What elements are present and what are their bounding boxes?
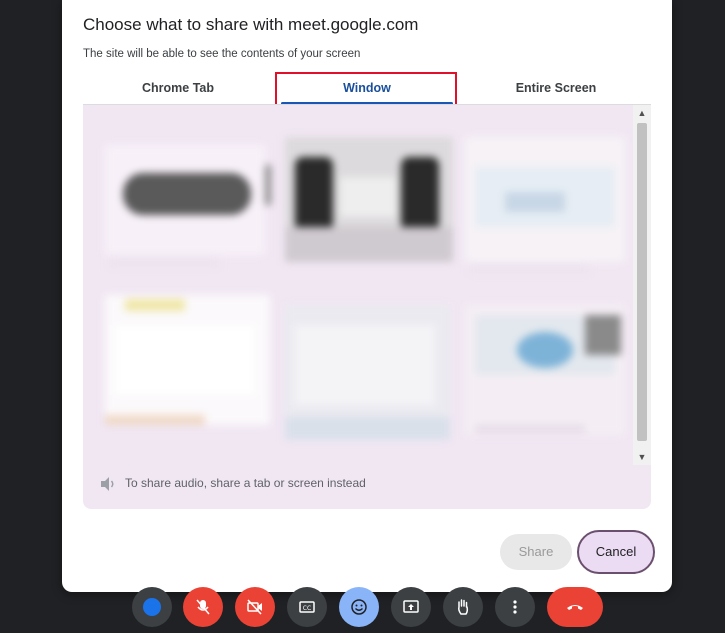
raise-hand-button[interactable] bbox=[443, 587, 483, 627]
scrollbar-thumb[interactable] bbox=[637, 123, 647, 441]
emoji-button[interactable] bbox=[339, 587, 379, 627]
camera-off-icon bbox=[247, 599, 262, 615]
share-button[interactable]: Share bbox=[500, 534, 572, 570]
mic-off-icon bbox=[196, 599, 210, 615]
present-icon bbox=[403, 600, 419, 613]
emoji-icon bbox=[351, 599, 367, 615]
end-call-button[interactable] bbox=[547, 587, 603, 627]
window-thumbnail[interactable] bbox=[285, 137, 453, 277]
meet-toolbar: CC bbox=[0, 587, 725, 633]
share-dialog: Choose what to share with meet.google.co… bbox=[62, 0, 672, 592]
audio-note: To share audio, share a tab or screen in… bbox=[99, 473, 366, 493]
end-call-icon bbox=[567, 605, 583, 610]
speaker-icon bbox=[101, 476, 114, 491]
camera-button[interactable] bbox=[235, 587, 275, 627]
thumbnails-scrollbar[interactable]: ▲ ▼ bbox=[633, 105, 651, 465]
window-thumbnail[interactable] bbox=[465, 137, 633, 277]
scroll-down-icon[interactable]: ▼ bbox=[633, 449, 651, 465]
dialog-title: Choose what to share with meet.google.co… bbox=[83, 15, 419, 34]
scroll-up-icon[interactable]: ▲ bbox=[633, 105, 651, 121]
present-button[interactable] bbox=[391, 587, 431, 627]
mic-button[interactable] bbox=[183, 587, 223, 627]
tab-chrome-tab[interactable]: Chrome Tab bbox=[83, 72, 273, 104]
tab-entire-screen[interactable]: Entire Screen bbox=[461, 72, 651, 104]
more-options-icon bbox=[513, 600, 517, 614]
avatar-button[interactable] bbox=[132, 587, 172, 627]
svg-text:CC: CC bbox=[303, 605, 311, 612]
more-options-button[interactable] bbox=[495, 587, 535, 627]
cancel-button[interactable]: Cancel bbox=[577, 530, 655, 574]
window-thumbnail[interactable] bbox=[465, 305, 633, 445]
avatar-dot bbox=[143, 598, 161, 616]
captions-button[interactable]: CC bbox=[287, 587, 327, 627]
window-thumbnail[interactable] bbox=[285, 305, 453, 445]
captions-icon: CC bbox=[299, 601, 315, 613]
raise-hand-icon bbox=[458, 599, 469, 615]
window-thumbnail[interactable] bbox=[105, 295, 273, 435]
dialog-subtitle: The site will be able to see the content… bbox=[83, 48, 361, 60]
window-list-panel: ▲ ▼ To share audio, share a tab or scree… bbox=[83, 105, 651, 509]
annotation-highlight-box bbox=[275, 72, 457, 108]
audio-note-text: To share audio, share a tab or screen in… bbox=[125, 476, 366, 490]
window-thumbnail[interactable] bbox=[105, 135, 273, 275]
